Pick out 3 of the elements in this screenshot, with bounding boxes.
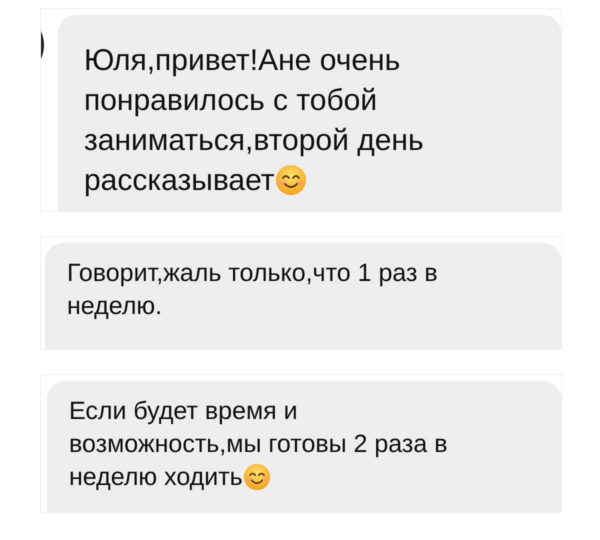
message-text: Если будет время и возможность,мы готовы 2 раза в неделю ходить bbox=[69, 397, 448, 491]
message-text: Юля,привет!Ане очень понравилось с тобой заниматься,второй день рассказывает bbox=[84, 44, 424, 197]
message-text: Говорит,жаль только,что 1 раз в неделю. bbox=[67, 259, 438, 320]
